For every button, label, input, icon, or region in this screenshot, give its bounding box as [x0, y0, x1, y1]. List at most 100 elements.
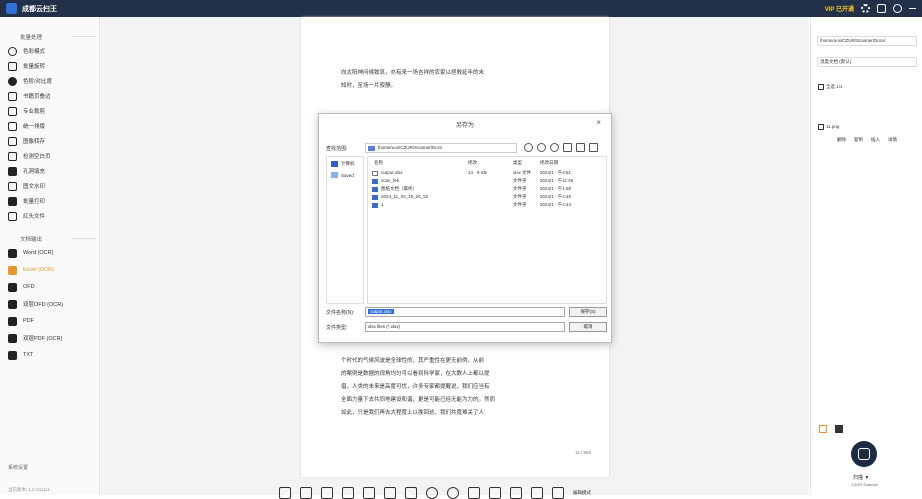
folder-icon [331, 172, 338, 178]
thumbnail-actions: 删除 复制 插入 详情 [837, 137, 897, 143]
sidebar-item-red-header[interactable]: 红头文件 [8, 209, 45, 223]
col-type[interactable]: 类型 [513, 160, 522, 166]
select-all-checkbox[interactable]: 全选 1/1 [818, 84, 843, 90]
sidebar-item-watermark[interactable]: 图文水印 [8, 179, 45, 193]
delete-action[interactable]: 删除 [837, 137, 846, 143]
detail-view-icon[interactable] [589, 143, 598, 152]
page-text-top: 向太阳神问候致哀，亦有来一场吉祥的农家以拯救延年的末 知时，至场一片寂静。 [341, 70, 485, 89]
place-saved[interactable]: Saved [331, 172, 354, 178]
settings-gear-icon[interactable] [861, 4, 870, 13]
output-word[interactable]: Word (OCR) [8, 246, 53, 260]
new-folder-icon[interactable] [563, 143, 572, 152]
undo-icon[interactable] [447, 487, 459, 499]
rotate-icon [8, 61, 17, 71]
edit-mode-icon[interactable] [552, 487, 564, 499]
layout-icon [8, 121, 17, 131]
file-row[interactable]: scan_feb 文件夹 2024/1 · 午11:46 [368, 178, 608, 185]
feedback-icon[interactable] [877, 4, 886, 13]
output-dual-pdf[interactable]: 双层PDF (OCR) [8, 331, 62, 345]
vip-badge[interactable]: VIP 已开通 [825, 4, 854, 13]
title-bar: 成都云扫王 VIP 已开通 [0, 0, 922, 17]
deskew-icon[interactable] [363, 487, 375, 499]
file-row[interactable]: output.xlsx 14 · 9 KB xlsx 文件 2024/1 · 午4:5… [368, 170, 608, 177]
sidebar-item-color-mode[interactable]: 色彩模式 [8, 44, 45, 58]
filetype-value: xlsx files (*.xlsx) [368, 324, 401, 329]
save-button[interactable]: 保存(S) [569, 307, 607, 317]
sidebar-item-contrast[interactable]: 色阶/对比度 [8, 74, 52, 88]
ocr-icon[interactable] [489, 487, 501, 499]
scan-icon [858, 448, 870, 460]
file-row[interactable]: 图纸文档（最终） 文件夹 2024/1 · 午1:58 [368, 186, 608, 193]
file-row[interactable]: 2024_11_04_15_26_52 文件夹 2024/1 · 午4:48 [368, 194, 608, 201]
close-icon[interactable]: × [596, 118, 601, 127]
path-combo[interactable]: /home/uos/CZUR/Scanner/Docs [365, 143, 517, 153]
file-row[interactable]: 1 文件夹 2024/1 · 午4:44 [368, 202, 608, 209]
filename-input[interactable]: output.xlsx [365, 307, 565, 317]
system-settings-link[interactable]: 系统设置 [8, 464, 28, 471]
scan-label[interactable]: 扫描 ▼ [853, 474, 869, 481]
look-in-label: 查找范围: [326, 146, 348, 152]
version-text: 当前版本: 1.0.241111 [8, 487, 51, 492]
fill-bucket-icon [8, 166, 17, 176]
sidebar-item-rotate[interactable]: 批量旋转 [8, 59, 45, 73]
thumbnail-item[interactable]: 11.png [818, 124, 839, 130]
output-ofd[interactable]: OFD [8, 280, 35, 294]
color-icon[interactable] [426, 487, 438, 499]
export-icon[interactable] [510, 487, 522, 499]
watermark-icon [8, 181, 17, 191]
sidebar-item-layout[interactable]: 统一排版 [8, 119, 45, 133]
output-path-field[interactable]: /home/uos/CZUR/Scanner/Docs/ [817, 36, 917, 46]
scanner-name: CZUR Scanner [851, 482, 879, 487]
filetype-select[interactable]: xlsx files (*.xlsx) [365, 322, 565, 332]
edit-mode-label[interactable]: 编辑模式 [573, 487, 591, 499]
up-icon[interactable] [550, 143, 559, 152]
output-dual-ofd[interactable]: 双层OFD (OCR) [8, 297, 63, 311]
checkbox-icon [818, 84, 824, 90]
pdf-icon [8, 316, 17, 326]
split-icon[interactable] [342, 487, 354, 499]
output-excel[interactable]: Excel (OCR) [8, 263, 54, 277]
sidebar-item-blank-page[interactable]: 检测空白页 [8, 149, 51, 163]
print-tool-icon[interactable] [468, 487, 480, 499]
folder-icon [372, 179, 378, 184]
sidebar-item-hole-fill[interactable]: 孔洞填充 [8, 164, 45, 178]
fit-icon[interactable] [279, 487, 291, 499]
select-icon[interactable] [300, 487, 312, 499]
output-pdf[interactable]: PDF [8, 314, 34, 328]
minimize-icon[interactable] [909, 7, 916, 10]
help-icon[interactable] [893, 4, 902, 13]
folder-icon [372, 203, 378, 208]
sidebar-item-book-edge[interactable]: 书籍页叠边 [8, 89, 51, 103]
back-icon[interactable] [524, 143, 533, 152]
curve-icon[interactable] [384, 487, 396, 499]
copy-action[interactable]: 复制 [854, 137, 863, 143]
list-view-toggle-icon[interactable] [819, 425, 827, 433]
sidebar-section-output: 文档输出 [20, 237, 97, 243]
sidebar-item-print[interactable]: 批量打印 [8, 194, 45, 208]
view-toggle [819, 425, 843, 433]
excel-icon [8, 265, 17, 275]
word-icon [8, 248, 17, 258]
image-save-icon [8, 136, 17, 146]
crop-tool-icon[interactable] [321, 487, 333, 499]
folder-icon [372, 187, 378, 192]
align-icon[interactable] [405, 487, 417, 499]
output-txt[interactable]: TXT [8, 348, 33, 362]
forward-icon[interactable] [537, 143, 546, 152]
details-action[interactable]: 详情 [888, 137, 897, 143]
col-size[interactable]: 修改 [468, 160, 477, 166]
col-date[interactable]: 修改日期 [540, 160, 558, 166]
places-panel: 计算机 Saved [326, 156, 364, 304]
sidebar-item-crop[interactable]: 专业裁剪 [8, 104, 45, 118]
place-computer[interactable]: 计算机 [331, 161, 355, 167]
sidebar-item-image-save[interactable]: 图像转存 [8, 134, 45, 148]
cancel-button[interactable]: 取消 [569, 322, 607, 332]
scan-button[interactable] [851, 441, 877, 467]
grid-view-toggle-icon[interactable] [835, 425, 843, 433]
list-view-icon[interactable] [576, 143, 585, 152]
col-name[interactable]: 名称 [374, 160, 383, 166]
grid-icon[interactable] [531, 487, 543, 499]
document-select[interactable]: 湿度文档 (默认) [817, 57, 917, 67]
insert-action[interactable]: 插入 [871, 137, 880, 143]
file-icon [372, 171, 378, 176]
